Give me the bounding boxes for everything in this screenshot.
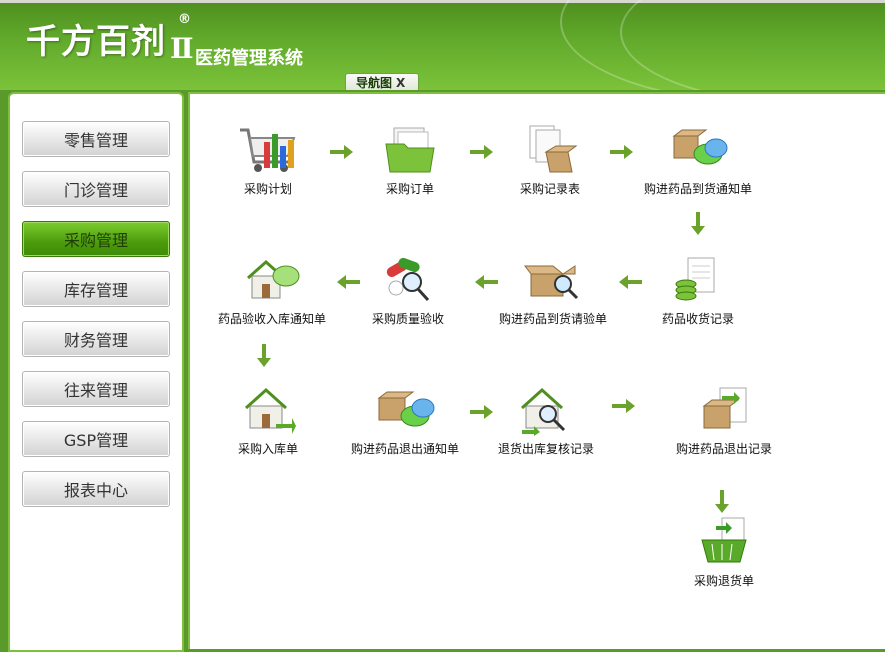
node-label: 采购订单 (385, 182, 434, 196)
node-label: 药品收货记录 (661, 312, 734, 326)
tab-navigation-map[interactable]: 导航图 X (345, 73, 419, 90)
box-chat-icon (672, 129, 728, 165)
node-label: 购进药品到货通知单 (643, 182, 752, 196)
documents-box-icon (529, 125, 578, 173)
house-chat-icon (247, 259, 300, 299)
document-box-arrow-icon (702, 387, 747, 429)
arrow-right-icon (330, 145, 353, 159)
node-return-record[interactable]: 购进药品退出记录 (660, 384, 788, 457)
node-label: 购进药品退出通知单 (350, 442, 459, 456)
node-quality-acceptance[interactable]: 采购质量验收 (358, 254, 458, 327)
node-label: 购进药品到货请验单 (498, 312, 607, 326)
node-return-notice[interactable]: 购进药品退出通知单 (336, 384, 474, 457)
node-return-review[interactable]: 退货出库复核记录 (484, 384, 608, 457)
sidebar-item-inventory[interactable]: 库存管理 (22, 271, 170, 307)
node-label: 采购入库单 (237, 442, 298, 456)
app-header: 千方百剂 ® Ⅱ 医药管理系统 导航图 X (0, 0, 885, 90)
sidebar-item-gsp[interactable]: GSP管理 (22, 421, 170, 457)
shopping-cart-chart-icon (240, 128, 296, 172)
navigation-map-panel: 采购计划 采购订单 采购记录表 购进药品到货通知单 药品收货记录 购进药品到货请… (188, 92, 885, 649)
tab-label: 导航图 (356, 76, 393, 90)
arrow-down-icon (715, 490, 729, 513)
registered-mark: ® (178, 12, 191, 27)
arrow-right-icon (470, 145, 493, 159)
node-label: 退货出库复核记录 (497, 442, 594, 456)
sidebar-item-clinic[interactable]: 门诊管理 (22, 171, 170, 207)
sidebar-item-retail[interactable]: 零售管理 (22, 121, 170, 157)
sidebar-item-purchasing[interactable]: 采购管理 (22, 221, 170, 257)
version-mark: Ⅱ (170, 32, 194, 65)
arrow-left-icon (619, 275, 642, 289)
app-subtitle: 医药管理系统 (195, 48, 303, 69)
node-purchase-return[interactable]: 采购退货单 (674, 516, 774, 589)
node-label: 购进药品退出记录 (675, 442, 772, 456)
node-label: 药品验收入库通知单 (217, 312, 326, 326)
pills-magnifier-icon (386, 257, 430, 302)
sidebar-item-reports[interactable]: 报表中心 (22, 471, 170, 507)
basket-document-icon (701, 517, 747, 563)
node-arrival-notice[interactable]: 购进药品到货通知单 (628, 124, 768, 197)
arrow-down-icon (257, 344, 271, 367)
sidebar-item-accounts[interactable]: 往来管理 (22, 371, 170, 407)
node-label: 采购计划 (243, 182, 292, 196)
node-purchase-order[interactable]: 采购订单 (360, 124, 460, 197)
document-coins-icon (675, 257, 715, 301)
node-inspection-request[interactable]: 购进药品到货请验单 (486, 254, 620, 327)
arrow-right-icon (612, 399, 635, 413)
header-swoosh (620, 0, 885, 90)
node-purchase-plan[interactable]: 采购计划 (218, 124, 318, 197)
node-warehouse-notice[interactable]: 药品验收入库通知单 (202, 254, 342, 327)
house-arrow-icon (244, 387, 296, 434)
sidebar-item-finance[interactable]: 财务管理 (22, 321, 170, 357)
app-logo: 千方百剂 (26, 22, 166, 62)
arrow-down-icon (691, 212, 705, 235)
arrow-left-icon (475, 275, 498, 289)
node-label: 采购质量验收 (371, 312, 444, 326)
open-box-magnifier-icon (524, 265, 579, 300)
node-purchase-record[interactable]: 采购记录表 (500, 124, 600, 197)
node-label: 采购记录表 (519, 182, 580, 196)
node-label: 采购退货单 (693, 574, 754, 588)
box-chat-icon (377, 391, 435, 427)
sidebar: 零售管理 门诊管理 采购管理 库存管理 财务管理 往来管理 GSP管理 报表中心 (8, 92, 184, 652)
house-magnifier-icon (520, 387, 566, 436)
close-icon[interactable]: X (396, 76, 405, 90)
folder-documents-icon (385, 127, 435, 173)
node-warehouse-receipt[interactable]: 采购入库单 (218, 384, 318, 457)
node-receiving-record[interactable]: 药品收货记录 (648, 254, 748, 327)
